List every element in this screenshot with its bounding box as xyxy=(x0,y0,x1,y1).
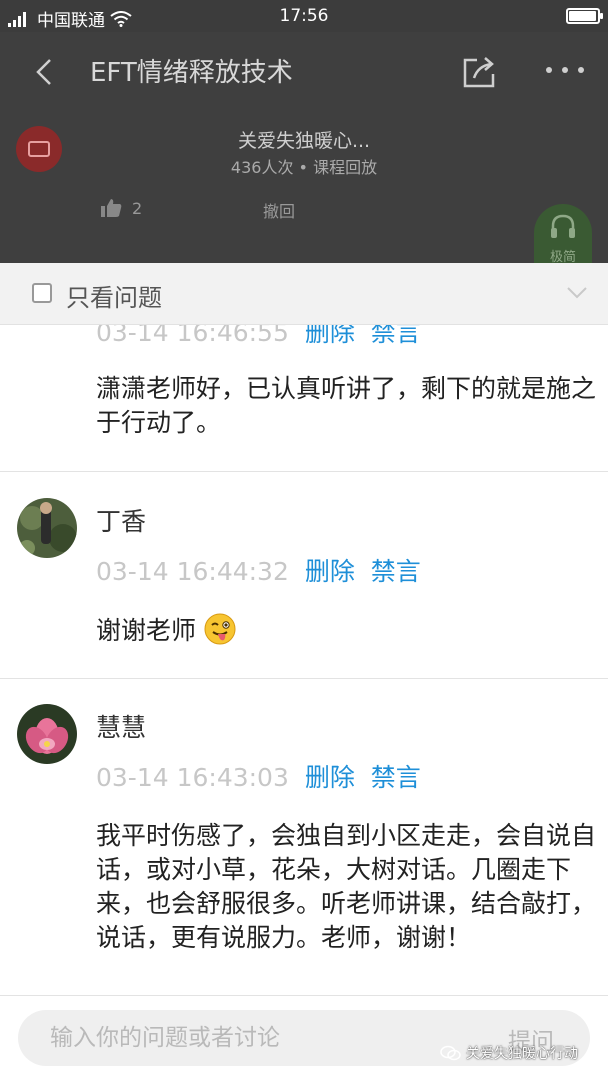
headphones-icon xyxy=(551,214,575,238)
thumbs-up-icon xyxy=(101,199,122,217)
mute-button[interactable]: 禁言 xyxy=(371,325,421,347)
winking-tongue-emoji-icon xyxy=(204,613,236,645)
more-icon[interactable] xyxy=(546,62,584,78)
comment-item: 慧慧 03-14 16:43:03 删除 禁言 我平时伤感了，会独自到小区走走，… xyxy=(0,679,608,995)
like-button[interactable]: 2 xyxy=(100,198,142,218)
comment-time: 03-14 16:43:03 xyxy=(96,763,289,792)
more-dot xyxy=(578,67,584,73)
watermark: 关爱失独暖心行动 xyxy=(440,1043,578,1063)
wechat-icon xyxy=(440,1045,461,1061)
avatar[interactable] xyxy=(17,704,77,764)
comment-item: 03-14 16:46:55 删除 禁言 潇潇老师好，已认真听讲了，剩下的就是施… xyxy=(0,325,608,472)
battery-icon xyxy=(566,8,603,24)
comment-item: 丁香 03-14 16:44:32 删除 禁言 谢谢老师 xyxy=(0,472,608,679)
comment-list: 03-14 16:46:55 删除 禁言 潇潇老师好，已认真听讲了，剩下的就是施… xyxy=(0,325,608,995)
share-icon[interactable] xyxy=(460,54,498,90)
audio-mode-button[interactable]: 极简 xyxy=(534,204,592,270)
questions-only-checkbox[interactable] xyxy=(32,283,52,303)
comment-meta: 03-14 16:46:55 删除 禁言 xyxy=(96,325,421,349)
comment-meta: 03-14 16:44:32 删除 禁言 xyxy=(96,552,421,588)
delete-button[interactable]: 删除 xyxy=(305,763,355,792)
delete-button[interactable]: 删除 xyxy=(305,325,355,347)
comment-time: 03-14 16:44:32 xyxy=(96,557,289,586)
comment-text: 潇潇老师好，已认真听讲了，剩下的就是施之于行动了。 xyxy=(96,374,597,437)
comment-text: 我平时伤感了，会独自到小区走走，会自说自话，或对小草，花朵，大树对话。几圈走下来… xyxy=(96,821,597,952)
status-time: 17:56 xyxy=(279,6,329,26)
nav-bar: EFT情绪释放技术 xyxy=(0,32,608,112)
background-page: EFT情绪释放技术 关爱失独暖心... 436人次 • 课程回放 2 撤回 极简 xyxy=(0,32,608,270)
avatar[interactable] xyxy=(17,498,77,558)
comment-text: 谢谢老师 xyxy=(96,616,197,645)
comment-author: 慧慧 xyxy=(96,713,147,742)
status-bar: 中国联通 17:56 xyxy=(0,0,608,32)
mute-button[interactable]: 禁言 xyxy=(371,557,421,586)
battery-level xyxy=(569,11,596,21)
comment-text-wrapper: 谢谢老师 xyxy=(96,613,596,648)
withdraw-button[interactable]: 撤回 xyxy=(263,198,295,222)
page-title: EFT情绪释放技术 xyxy=(90,58,293,88)
chevron-down-icon[interactable] xyxy=(566,284,588,300)
watermark-text: 关爱失独暖心行动 xyxy=(466,1046,578,1062)
delete-button[interactable]: 删除 xyxy=(305,557,355,586)
course-meta: 436人次 • 课程回放 xyxy=(230,158,378,177)
back-icon[interactable] xyxy=(30,54,60,90)
mute-button[interactable]: 禁言 xyxy=(371,763,421,792)
comment-meta: 03-14 16:43:03 删除 禁言 xyxy=(96,758,421,794)
course-name: 关爱失独暖心... xyxy=(237,130,371,152)
more-dot xyxy=(562,67,568,73)
more-dot xyxy=(546,67,552,73)
like-count: 2 xyxy=(132,198,143,218)
questions-only-label[interactable]: 只看问题 xyxy=(66,278,162,313)
avatar-image xyxy=(17,498,77,558)
avatar-image xyxy=(17,704,77,764)
comment-time: 03-14 16:46:55 xyxy=(96,325,289,347)
comment-author: 丁香 xyxy=(96,507,147,536)
